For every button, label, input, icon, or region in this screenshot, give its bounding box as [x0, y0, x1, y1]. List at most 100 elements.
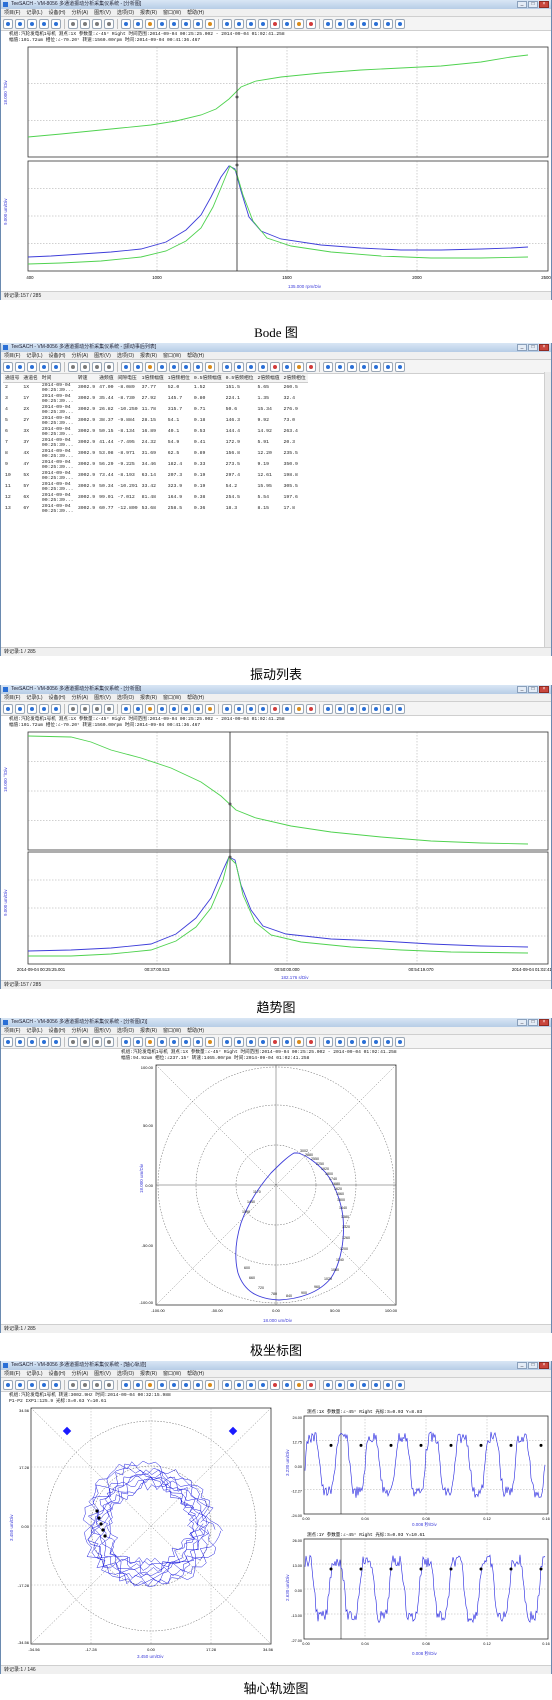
- table-row[interactable]: 6 3X 2014-09-04 00:25:39... 3002.9 50.15 -8.1…: [3, 426, 308, 437]
- toolbar-tool-icon[interactable]: [51, 361, 61, 372]
- toolbar-tool-icon[interactable]: [181, 361, 191, 372]
- column-header[interactable]: 1倍频幅值: [139, 374, 166, 383]
- table-row[interactable]: 4 2X 2014-09-04 00:25:39... 3002.9 26.82 -10.…: [3, 404, 308, 415]
- toolbar-tool-icon[interactable]: [395, 361, 405, 372]
- toolbar-tool-icon[interactable]: [282, 703, 292, 714]
- toolbar-tool-icon[interactable]: [205, 361, 215, 372]
- toolbar-tool-icon[interactable]: [347, 361, 357, 372]
- toolbar-tool-icon[interactable]: [282, 1379, 292, 1390]
- menu-item[interactable]: 图形(V): [93, 1370, 112, 1377]
- toolbar-tool-icon[interactable]: [294, 1379, 304, 1390]
- menu-item[interactable]: 分析(A): [70, 1370, 89, 1377]
- table-row[interactable]: 13 6Y 2014-09-04 00:25:39... 3002.9 60.77 -12…: [3, 503, 308, 514]
- toolbar-tool-icon[interactable]: [27, 703, 37, 714]
- toolbar-tool-icon[interactable]: [335, 703, 345, 714]
- column-header[interactable]: 转速: [75, 374, 98, 383]
- toolbar-tool-icon[interactable]: [39, 18, 49, 29]
- toolbar-tool-icon[interactable]: [234, 703, 244, 714]
- vertical-scrollbar[interactable]: [544, 372, 551, 647]
- toolbar-tool-icon[interactable]: [104, 703, 114, 714]
- table-row[interactable]: 2 1X 2014-09-04 00:25:39... 3002.9 47.00 -8.0…: [3, 382, 308, 393]
- toolbar-tool-icon[interactable]: [323, 18, 333, 29]
- menu-item[interactable]: 项目(F): [3, 352, 21, 359]
- minimize-button[interactable]: _: [517, 344, 527, 351]
- toolbar-tool-icon[interactable]: [121, 18, 131, 29]
- menu-item[interactable]: 帮助(H): [186, 1370, 205, 1377]
- toolbar-tool-icon[interactable]: [205, 703, 215, 714]
- toolbar-tool-icon[interactable]: [347, 18, 357, 29]
- close-button[interactable]: ×: [539, 686, 549, 693]
- toolbar-tool-icon[interactable]: [92, 18, 102, 29]
- toolbar-tool-icon[interactable]: [234, 1036, 244, 1047]
- toolbar-tool-icon[interactable]: [157, 18, 167, 29]
- toolbar-tool-icon[interactable]: [383, 18, 393, 29]
- toolbar-tool-icon[interactable]: [157, 1379, 167, 1390]
- toolbar-tool-icon[interactable]: [294, 18, 304, 29]
- toolbar-tool-icon[interactable]: [133, 361, 143, 372]
- toolbar-tool-icon[interactable]: [246, 1379, 256, 1390]
- toolbar-tool-icon[interactable]: [193, 1379, 203, 1390]
- toolbar-tool-icon[interactable]: [3, 1379, 13, 1390]
- toolbar-tool-icon[interactable]: [39, 1379, 49, 1390]
- toolbar-tool-icon[interactable]: [347, 1036, 357, 1047]
- toolbar-tool-icon[interactable]: [282, 18, 292, 29]
- toolbar-tool-icon[interactable]: [323, 1379, 333, 1390]
- toolbar-tool-icon[interactable]: [306, 703, 316, 714]
- column-header[interactable]: 通道号: [3, 374, 22, 383]
- menu-item[interactable]: 项目(F): [3, 1370, 21, 1377]
- toolbar-tool-icon[interactable]: [371, 703, 381, 714]
- toolbar-tool-icon[interactable]: [145, 1379, 155, 1390]
- menu-item[interactable]: 选项(O): [116, 1370, 135, 1377]
- toolbar-tool-icon[interactable]: [359, 703, 369, 714]
- toolbar-tool-icon[interactable]: [306, 18, 316, 29]
- trend-plot[interactable]: 18.000 °/Div 9.000 um/Div 2014-09-04 00:…: [1, 730, 551, 980]
- menu-item[interactable]: 设备(H): [48, 352, 67, 359]
- toolbar-tool-icon[interactable]: [222, 1379, 232, 1390]
- menu-item[interactable]: 分析(A): [70, 9, 89, 16]
- column-header[interactable]: 通频值: [97, 374, 116, 383]
- toolbar-tool-icon[interactable]: [68, 361, 78, 372]
- toolbar-tool-icon[interactable]: [395, 703, 405, 714]
- toolbar-tool-icon[interactable]: [395, 1036, 405, 1047]
- column-header[interactable]: 1倍频相位: [165, 374, 192, 383]
- menu-item[interactable]: 选项(O): [116, 1027, 135, 1034]
- toolbar-tool-icon[interactable]: [371, 361, 381, 372]
- menu-item[interactable]: 图形(V): [93, 1027, 112, 1034]
- toolbar-tool-icon[interactable]: [27, 361, 37, 372]
- toolbar-tool-icon[interactable]: [3, 1036, 13, 1047]
- toolbar-tool-icon[interactable]: [234, 1379, 244, 1390]
- toolbar-tool-icon[interactable]: [39, 361, 49, 372]
- toolbar-tool-icon[interactable]: [15, 1036, 25, 1047]
- toolbar-tool-icon[interactable]: [205, 1036, 215, 1047]
- toolbar-tool-icon[interactable]: [246, 703, 256, 714]
- toolbar-tool-icon[interactable]: [15, 703, 25, 714]
- toolbar-tool-icon[interactable]: [80, 18, 90, 29]
- toolbar-tool-icon[interactable]: [193, 1036, 203, 1047]
- toolbar-tool-icon[interactable]: [121, 361, 131, 372]
- menu-item[interactable]: 图形(V): [93, 9, 112, 16]
- toolbar-tool-icon[interactable]: [157, 1036, 167, 1047]
- toolbar-tool-icon[interactable]: [27, 1036, 37, 1047]
- toolbar-tool-icon[interactable]: [169, 18, 179, 29]
- toolbar-tool-icon[interactable]: [371, 1036, 381, 1047]
- toolbar-tool-icon[interactable]: [258, 1036, 268, 1047]
- toolbar-tool-icon[interactable]: [383, 361, 393, 372]
- column-header[interactable]: 通道名: [21, 374, 40, 383]
- menu-item[interactable]: 选项(O): [116, 352, 135, 359]
- toolbar-tool-icon[interactable]: [181, 18, 191, 29]
- toolbar-tool-icon[interactable]: [222, 1036, 232, 1047]
- toolbar-tool-icon[interactable]: [383, 1036, 393, 1047]
- toolbar-tool-icon[interactable]: [222, 703, 232, 714]
- toolbar-tool-icon[interactable]: [335, 1036, 345, 1047]
- toolbar-tool-icon[interactable]: [246, 18, 256, 29]
- toolbar-tool-icon[interactable]: [294, 703, 304, 714]
- toolbar-tool-icon[interactable]: [169, 361, 179, 372]
- menu-item[interactable]: 窗口(W): [162, 1370, 182, 1377]
- toolbar-tool-icon[interactable]: [39, 1036, 49, 1047]
- toolbar-tool-icon[interactable]: [323, 703, 333, 714]
- toolbar-tool-icon[interactable]: [121, 703, 131, 714]
- menu-item[interactable]: 报表(R): [139, 1370, 158, 1377]
- toolbar-tool-icon[interactable]: [323, 361, 333, 372]
- toolbar-tool-icon[interactable]: [306, 1379, 316, 1390]
- toolbar-tool-icon[interactable]: [51, 703, 61, 714]
